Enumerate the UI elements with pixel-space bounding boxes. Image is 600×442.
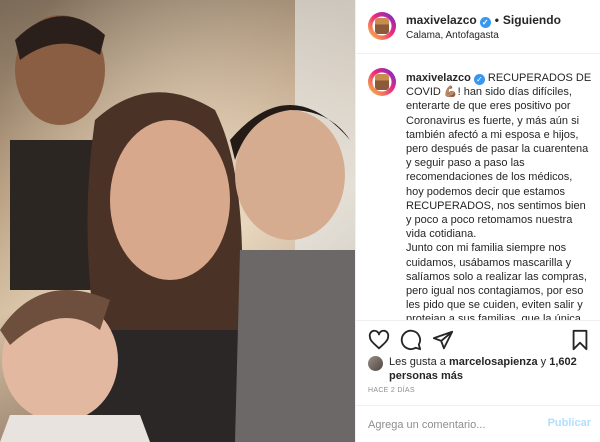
caption-verified-badge-icon: ✓ xyxy=(473,74,485,85)
caption-author-username[interactable]: maxivelazco xyxy=(406,72,471,84)
likes-and: y xyxy=(540,356,547,368)
heart-icon[interactable] xyxy=(368,329,390,351)
caption-author-avatar[interactable] xyxy=(368,68,396,96)
comment-icon[interactable] xyxy=(400,329,422,351)
post-header: maxivelazco ✓ • Siguiendo Calama, Antofagas… xyxy=(356,0,600,54)
post-timestamp[interactable]: HACE 2 DÍAS xyxy=(368,387,415,394)
follow-button[interactable]: Siguiendo xyxy=(503,13,561,27)
author-row: maxivelazco ✓ • Siguiendo xyxy=(406,13,561,28)
separator-dot: • xyxy=(494,13,499,27)
publish-comment-button[interactable]: Publicar xyxy=(548,417,591,429)
post-side-panel: maxivelazco ✓ • Siguiendo Calama, Antofagas… xyxy=(355,0,600,442)
post-photo[interactable] xyxy=(0,0,355,442)
caption-paragraph-2: Junto con mi familia siempre nos cuidamo… xyxy=(406,242,587,320)
post-location[interactable]: Calama, Antofagasta xyxy=(406,30,499,41)
liker-avatar[interactable] xyxy=(368,356,383,371)
post-caption: maxivelazco ✓ RECUPERADOS DE COVID 💪🏽! ha… xyxy=(406,71,592,320)
comment-input[interactable] xyxy=(368,416,538,434)
likes-prefix: Les gusta a xyxy=(389,356,446,368)
caption-paragraph-1: maxivelazco ✓ RECUPERADOS DE COVID 💪🏽! ha… xyxy=(406,71,592,241)
post-actions-bar xyxy=(356,320,600,356)
comments-scroll-area[interactable]: maxivelazco ✓ RECUPERADOS DE COVID 💪🏽! ha… xyxy=(356,54,600,320)
comment-composer: Publicar xyxy=(356,405,600,442)
likes-text: Les gusta a marcelosapienza y 1,602 pers… xyxy=(389,355,594,383)
bookmark-icon[interactable] xyxy=(569,329,591,351)
family-selfie-illustration xyxy=(0,0,355,442)
author-username[interactable]: maxivelazco xyxy=(406,13,477,27)
caption-line-2: enterarte de que eres positivo por Coron… xyxy=(406,100,589,241)
verified-badge-icon: ✓ xyxy=(479,17,491,28)
author-avatar[interactable] xyxy=(368,12,396,40)
liker-username[interactable]: marcelosapienza xyxy=(449,356,538,368)
share-icon[interactable] xyxy=(432,329,454,351)
